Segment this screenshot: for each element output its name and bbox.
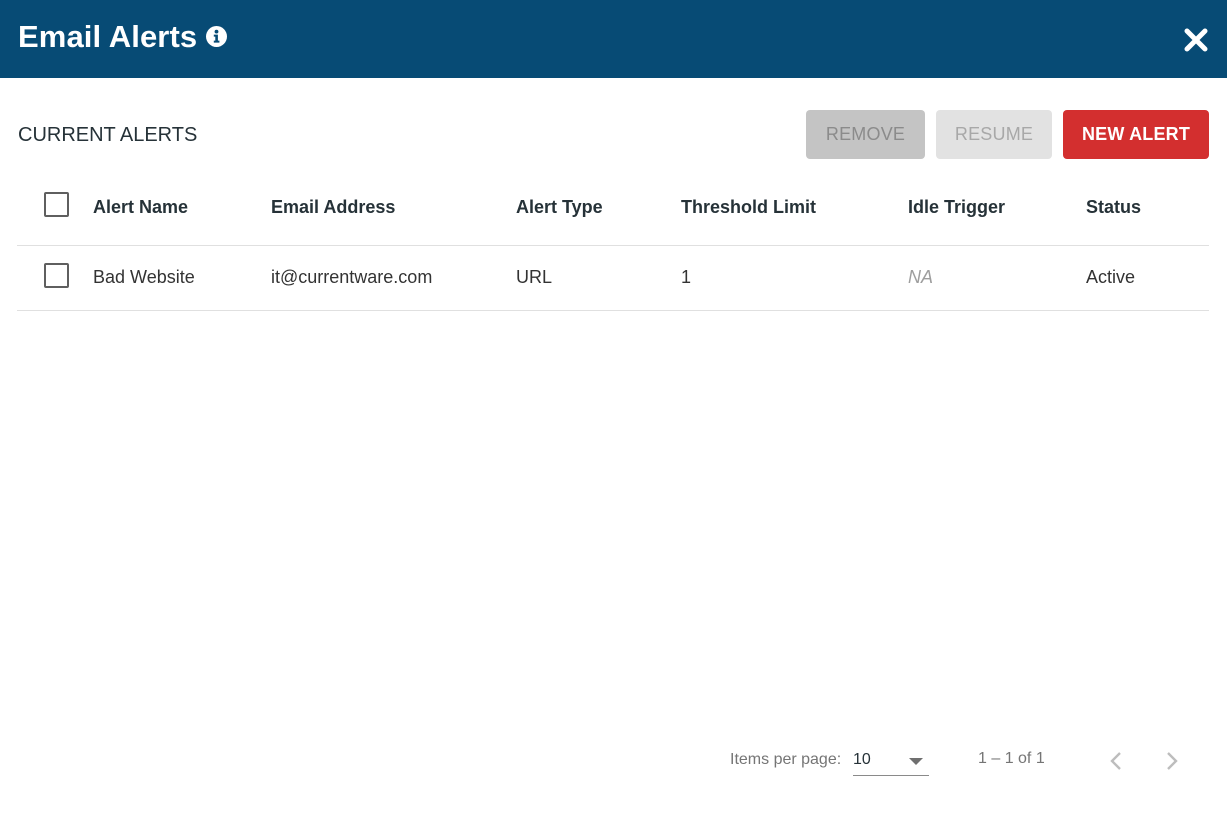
column-header-status[interactable]: Status [1086,197,1141,218]
cell-threshold-limit: 1 [681,267,692,287]
row-checkbox[interactable] [44,263,69,288]
select-all-checkbox[interactable] [44,192,69,217]
cell-status: Active [1086,267,1136,287]
resume-button[interactable]: RESUME [936,110,1052,159]
dialog-header: Email Alerts [0,0,1227,78]
section-title: CURRENT ALERTS [18,124,198,146]
cell-idle-trigger: NA [908,267,934,287]
items-per-page-value: 10 [853,751,871,768]
dialog-title: Email Alerts [18,19,198,54]
close-icon[interactable] [1180,24,1212,56]
email-alerts-dialog: Email Alerts CURRENT ALERTS REMOVE RESUM… [0,0,1227,818]
page-range-label: 1 – 1 of 1 [978,750,1045,767]
cell-alert-name: Bad Website [93,267,195,287]
table-row[interactable]: Bad Website it@currentware.com URL 1 NA … [17,246,1209,311]
caret-down-icon [909,758,923,765]
chevron-left-icon[interactable] [1104,748,1130,774]
cell-email-address: it@currentware.com [271,267,433,287]
chevron-right-icon[interactable] [1158,748,1184,774]
table-header-row: Alert Name Email Address Alert Type Thre… [17,170,1209,246]
column-header-threshold-limit[interactable]: Threshold Limit [681,197,816,218]
alerts-table: Alert Name Email Address Alert Type Thre… [17,170,1209,311]
cell-alert-type: URL [516,267,553,287]
column-header-alert-type[interactable]: Alert Type [516,197,603,218]
remove-button[interactable]: REMOVE [806,110,925,159]
column-header-idle-trigger[interactable]: Idle Trigger [908,197,1005,218]
items-per-page-select[interactable]: 10 [853,748,929,776]
new-alert-button[interactable]: NEW ALERT [1063,110,1209,159]
column-header-email-address[interactable]: Email Address [271,197,395,218]
items-per-page-label: Items per page: [730,751,842,768]
info-circle-icon[interactable] [206,26,227,47]
column-header-alert-name[interactable]: Alert Name [93,197,188,218]
